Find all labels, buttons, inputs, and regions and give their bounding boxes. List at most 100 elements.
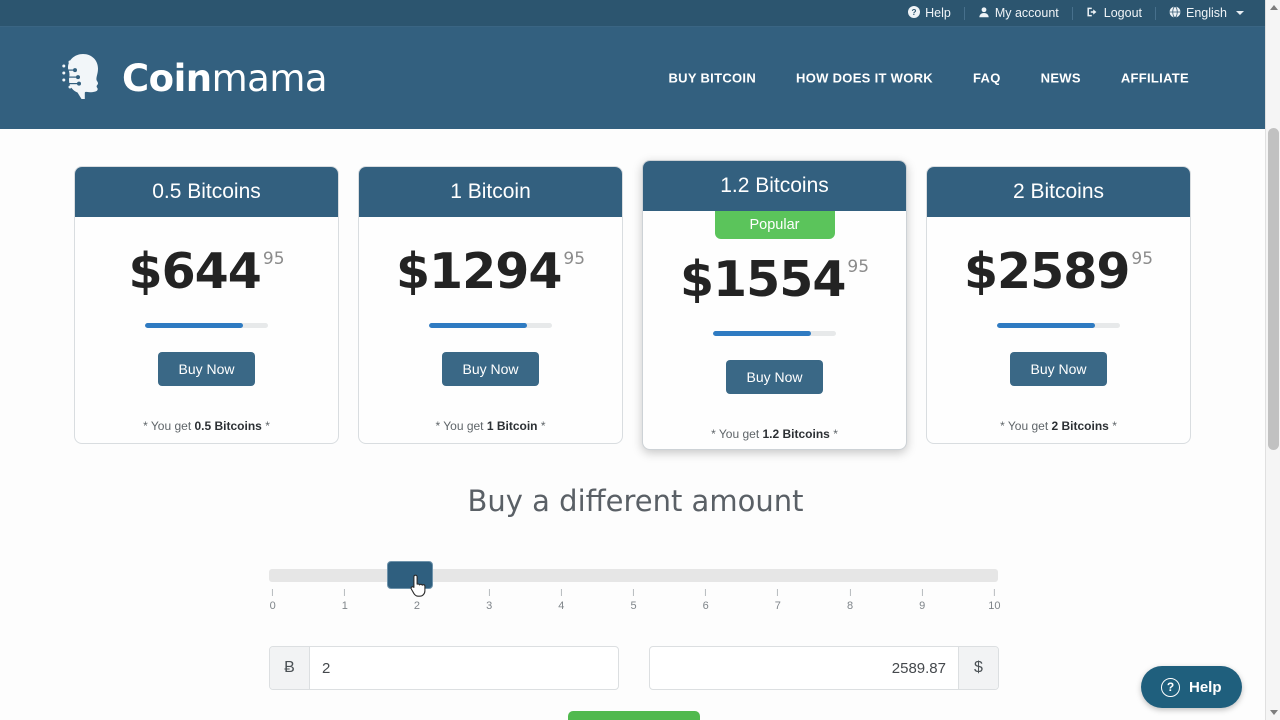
- topbar-link-help[interactable]: ? Help: [895, 5, 964, 21]
- top-utility-links: ? Help My account Logout English: [895, 5, 1257, 21]
- amount-slider[interactable]: 0 1 2 3 4 5 6 7 8 9 10: [269, 561, 1000, 615]
- buy-now-button-2[interactable]: Buy Now: [726, 360, 823, 394]
- note-pre: * You get: [143, 419, 195, 433]
- price-progress-bar: [997, 323, 1120, 328]
- pricing-cards: 0.5 Bitcoins $644 95 Buy Now * You get 0…: [74, 160, 1191, 450]
- topbar-link-help-label: Help: [925, 6, 951, 20]
- pricing-card-note: * You get 0.5 Bitcoins *: [143, 419, 270, 433]
- buy-now-button-0[interactable]: Buy Now: [158, 352, 255, 386]
- tick-label: 7: [774, 600, 781, 612]
- slider-tick-9: 9: [919, 589, 925, 612]
- slider-tick-3: 3: [486, 589, 492, 612]
- slider-ticks: 0 1 2 3 4 5 6 7 8 9 10: [269, 589, 1000, 615]
- help-circle-icon: ?: [908, 5, 921, 21]
- globe-icon: [1169, 5, 1181, 21]
- topbar-link-logout-label: Logout: [1103, 6, 1142, 20]
- note-post: *: [1108, 419, 1117, 433]
- popular-badge: Popular: [714, 211, 835, 239]
- tick-label: 8: [846, 600, 854, 612]
- note-strong: 1.2 Bitcoins: [762, 427, 830, 441]
- tick-mark-icon: [560, 589, 562, 596]
- help-widget-button[interactable]: ? Help: [1141, 666, 1242, 708]
- tick-label: 2: [413, 600, 421, 612]
- question-circle-icon: ?: [1161, 677, 1180, 697]
- pricing-card-2[interactable]: 1.2 Bitcoins Popular $1554 95 Buy Now * …: [642, 160, 907, 450]
- price-cents: 95: [563, 249, 586, 269]
- pricing-card-note: * You get 1 Bitcoin *: [435, 419, 545, 433]
- top-utility-bar: ? Help My account Logout English: [0, 0, 1271, 27]
- usd-amount-input[interactable]: [650, 647, 958, 689]
- topbar-link-logout[interactable]: Logout: [1073, 6, 1155, 21]
- tick-mark-icon: [849, 589, 851, 596]
- pricing-card-price: $1294 95: [396, 247, 585, 296]
- price-whole: $644: [128, 243, 261, 300]
- logout-icon: [1086, 6, 1099, 21]
- btc-amount-field[interactable]: Ƀ: [269, 646, 619, 690]
- different-amount-buy-now-button[interactable]: Buy Now: [568, 711, 700, 720]
- btc-amount-input[interactable]: [310, 647, 618, 689]
- logo-text-bold: Coin: [122, 56, 212, 100]
- note-pre: * You get: [435, 419, 487, 433]
- note-strong: 2 Bitcoins: [1051, 419, 1109, 433]
- price-progress-fill: [713, 331, 812, 336]
- slider-tick-2: 2: [414, 589, 420, 612]
- tick-mark-icon: [993, 589, 995, 596]
- price-progress-fill: [429, 323, 528, 328]
- scrollbar-thumb[interactable]: [1268, 128, 1279, 450]
- nav-item-faq[interactable]: FAQ: [953, 71, 1021, 86]
- price-whole: $2589: [963, 243, 1130, 300]
- pricing-card-1[interactable]: 1 Bitcoin $1294 95 Buy Now * You get 1 B…: [358, 166, 623, 444]
- pricing-card-note: * You get 2 Bitcoins *: [1000, 419, 1117, 433]
- price-cents: 95: [847, 257, 870, 277]
- slider-track[interactable]: [269, 569, 998, 582]
- scroll-up-arrow-icon[interactable]: [1266, 0, 1280, 15]
- note-pre: * You get: [711, 427, 763, 441]
- help-widget-label: Help: [1189, 678, 1222, 696]
- tick-label: 4: [558, 600, 565, 612]
- logo[interactable]: Coinmama: [62, 52, 328, 104]
- note-pre: * You get: [1000, 419, 1052, 433]
- note-post: *: [829, 427, 838, 441]
- price-progress-bar: [429, 323, 552, 328]
- svg-text:?: ?: [912, 8, 917, 17]
- topbar-link-my-account-label: My account: [994, 6, 1059, 20]
- buy-now-button-1[interactable]: Buy Now: [442, 352, 539, 386]
- nav-item-how-does-it-work[interactable]: HOW DOES IT WORK: [776, 71, 953, 86]
- topbar-link-language[interactable]: English: [1156, 5, 1257, 21]
- pricing-card-3[interactable]: 2 Bitcoins $2589 95 Buy Now * You get 2 …: [926, 166, 1191, 444]
- tick-label: 3: [486, 600, 493, 612]
- pricing-card-note: * You get 1.2 Bitcoins *: [711, 427, 838, 441]
- topbar-link-my-account[interactable]: My account: [965, 6, 1072, 21]
- bitcoin-symbol-icon: Ƀ: [270, 647, 310, 689]
- slider-tick-10: 10: [988, 589, 1000, 612]
- tick-mark-icon: [488, 589, 490, 596]
- tick-mark-icon: [777, 589, 779, 596]
- pricing-card-price: $644 95: [128, 247, 284, 296]
- page-scrollbar[interactable]: [1265, 0, 1280, 720]
- amount-input-row: Ƀ $: [269, 646, 999, 690]
- note-strong: 0.5 Bitcoins: [194, 419, 262, 433]
- price-whole: $1554: [679, 251, 846, 308]
- logo-text-light: mama: [211, 56, 328, 100]
- usd-amount-field[interactable]: $: [649, 646, 999, 690]
- main-navigation: BUY BITCOIN HOW DOES IT WORK FAQ NEWS AF…: [648, 71, 1209, 86]
- site-header: Coinmama BUY BITCOIN HOW DOES IT WORK FA…: [0, 27, 1271, 129]
- slider-tick-8: 8: [847, 589, 853, 612]
- slider-tick-7: 7: [775, 589, 781, 612]
- pricing-card-title: 0.5 Bitcoins: [75, 167, 338, 217]
- slider-handle[interactable]: [387, 561, 433, 589]
- tick-label: 0: [269, 600, 276, 612]
- pricing-card-price: $2589 95: [964, 247, 1153, 296]
- topbar-link-language-label: English: [1186, 6, 1227, 20]
- pricing-card-title: 2 Bitcoins: [927, 167, 1190, 217]
- nav-item-affiliate[interactable]: AFFILIATE: [1101, 71, 1209, 86]
- scroll-down-arrow-icon[interactable]: [1266, 705, 1280, 720]
- nav-item-buy-bitcoin[interactable]: BUY BITCOIN: [648, 71, 776, 86]
- pricing-card-0[interactable]: 0.5 Bitcoins $644 95 Buy Now * You get 0…: [74, 166, 339, 444]
- price-progress-bar: [713, 331, 836, 336]
- nav-item-news[interactable]: NEWS: [1021, 71, 1101, 86]
- tick-mark-icon: [705, 589, 707, 596]
- price-whole: $1294: [395, 243, 562, 300]
- price-progress-fill: [145, 323, 244, 328]
- buy-now-button-3[interactable]: Buy Now: [1010, 352, 1107, 386]
